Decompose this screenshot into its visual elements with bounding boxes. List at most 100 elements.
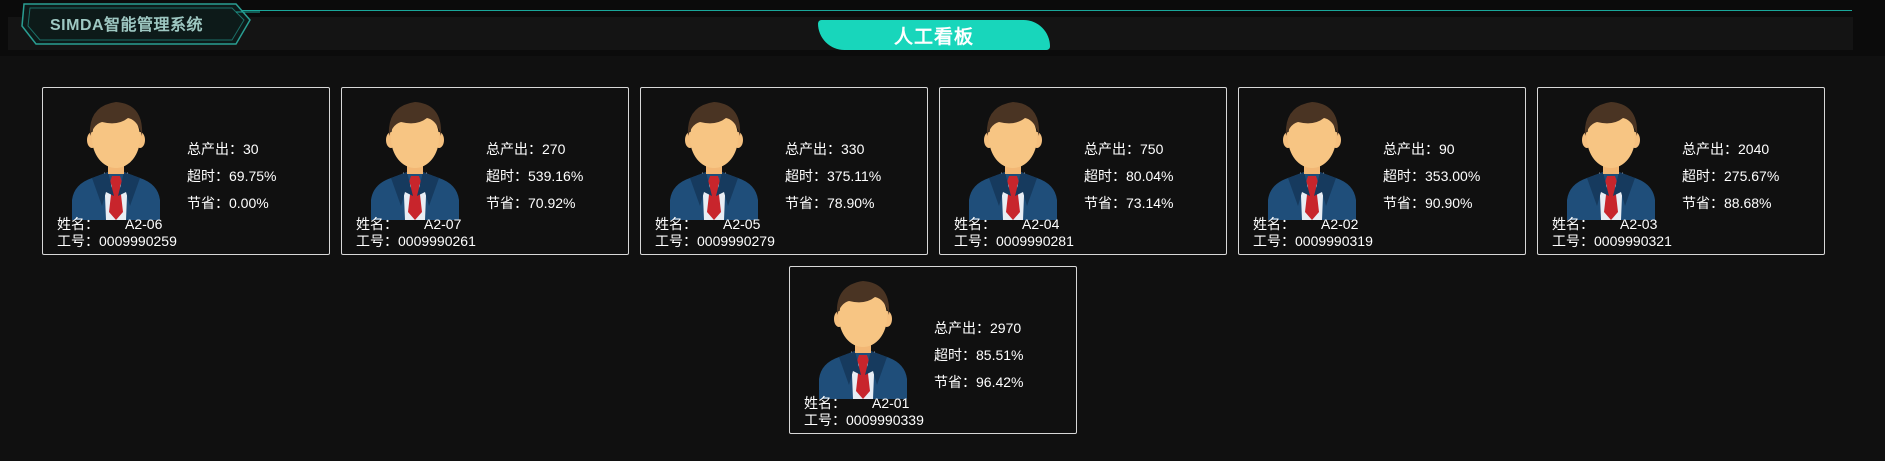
overtime-value: 85.51% bbox=[976, 347, 1024, 363]
worker-stats: 总产出：2040 超时：275.67% 节省：88.68% bbox=[1682, 136, 1779, 217]
output-label: 总产出： bbox=[1383, 141, 1439, 157]
name-value: A2-02 bbox=[1321, 216, 1359, 232]
overtime-row: 超时：80.04% bbox=[1084, 163, 1173, 190]
overtime-value: 539.16% bbox=[528, 168, 584, 184]
output-label: 总产出： bbox=[486, 141, 542, 157]
name-row: 姓名： A2-07 bbox=[356, 216, 476, 233]
dashboard-page: SIMDA智能管理系统 人工看板 总产出：30 超时：69.75% 节省：0.0… bbox=[0, 0, 1885, 461]
job-no-value: 0009990259 bbox=[99, 233, 177, 249]
name-label: 姓名： bbox=[804, 395, 846, 411]
worker-card[interactable]: 总产出：270 超时：539.16% 节省：70.92% 姓名： A2-07 工号… bbox=[341, 87, 629, 255]
name-value: A2-07 bbox=[424, 216, 462, 232]
saving-row: 节省：78.90% bbox=[785, 190, 881, 217]
job-no-value: 0009990281 bbox=[996, 233, 1074, 249]
saving-value: 88.68% bbox=[1724, 195, 1772, 211]
saving-row: 节省：90.90% bbox=[1383, 190, 1480, 217]
male-worker-avatar-icon bbox=[68, 96, 164, 220]
overtime-value: 69.75% bbox=[229, 168, 277, 184]
job-no-value: 0009990279 bbox=[697, 233, 775, 249]
app-logo[interactable]: SIMDA智能管理系统 bbox=[50, 11, 203, 35]
output-value: 90 bbox=[1439, 141, 1455, 157]
worker-identity: 姓名： A2-01 工号：0009990339 bbox=[804, 395, 924, 429]
name-row: 姓名： A2-05 bbox=[655, 216, 775, 233]
job-no-row: 工号：0009990281 bbox=[954, 233, 1074, 250]
output-label: 总产出： bbox=[187, 141, 243, 157]
output-row: 总产出：2040 bbox=[1682, 136, 1779, 163]
output-label: 总产出： bbox=[1682, 141, 1738, 157]
saving-row: 节省：70.92% bbox=[486, 190, 583, 217]
overtime-label: 超时： bbox=[1084, 168, 1126, 184]
worker-card[interactable]: 总产出：30 超时：69.75% 节省：0.00% 姓名： A2-06 工号：00… bbox=[42, 87, 330, 255]
job-no-label: 工号： bbox=[57, 233, 99, 249]
worker-card[interactable]: 总产出：2040 超时：275.67% 节省：88.68% 姓名： A2-03 工… bbox=[1537, 87, 1825, 255]
job-no-value: 0009990319 bbox=[1295, 233, 1373, 249]
overtime-value: 80.04% bbox=[1126, 168, 1174, 184]
job-no-row: 工号：0009990261 bbox=[356, 233, 476, 250]
job-no-value: 0009990261 bbox=[398, 233, 476, 249]
job-no-row: 工号：0009990321 bbox=[1552, 233, 1672, 250]
worker-stats: 总产出：2970 超时：85.51% 节省：96.42% bbox=[934, 315, 1023, 396]
job-no-label: 工号： bbox=[804, 412, 846, 428]
output-value: 30 bbox=[243, 141, 259, 157]
job-no-row: 工号：0009990319 bbox=[1253, 233, 1373, 250]
name-value: A2-05 bbox=[723, 216, 761, 232]
saving-value: 78.90% bbox=[827, 195, 875, 211]
saving-label: 节省： bbox=[934, 374, 976, 390]
tab-label: 人工看板 bbox=[893, 26, 974, 48]
saving-row: 节省：73.14% bbox=[1084, 190, 1173, 217]
worker-stats: 总产出：270 超时：539.16% 节省：70.92% bbox=[486, 136, 583, 217]
name-row: 姓名： A2-02 bbox=[1253, 216, 1373, 233]
overtime-row: 超时：539.16% bbox=[486, 163, 583, 190]
male-worker-avatar-icon bbox=[965, 96, 1061, 220]
output-value: 2970 bbox=[990, 320, 1022, 336]
saving-label: 节省： bbox=[1084, 195, 1126, 211]
job-no-row: 工号：0009990279 bbox=[655, 233, 775, 250]
output-row: 总产出：30 bbox=[187, 136, 276, 163]
male-worker-avatar-icon bbox=[666, 96, 762, 220]
job-no-value: 0009990321 bbox=[1594, 233, 1672, 249]
worker-card[interactable]: 总产出：90 超时：353.00% 节省：90.90% 姓名： A2-02 工号：… bbox=[1238, 87, 1526, 255]
worker-stats: 总产出：750 超时：80.04% 节省：73.14% bbox=[1084, 136, 1173, 217]
overtime-label: 超时： bbox=[1383, 168, 1425, 184]
saving-label: 节省： bbox=[785, 195, 827, 211]
worker-identity: 姓名： A2-07 工号：0009990261 bbox=[356, 216, 476, 250]
saving-row: 节省：96.42% bbox=[934, 369, 1023, 396]
worker-stats: 总产出：30 超时：69.75% 节省：0.00% bbox=[187, 136, 276, 217]
worker-card[interactable]: 总产出：2970 超时：85.51% 节省：96.42% 姓名： A2-01 工号… bbox=[789, 266, 1077, 434]
overtime-value: 375.11% bbox=[827, 168, 882, 184]
saving-value: 96.42% bbox=[976, 374, 1024, 390]
male-worker-avatar-icon bbox=[1563, 96, 1659, 220]
name-value: A2-03 bbox=[1620, 216, 1658, 232]
overtime-row: 超时：85.51% bbox=[934, 342, 1023, 369]
job-no-row: 工号：0009990339 bbox=[804, 412, 924, 429]
worker-identity: 姓名： A2-06 工号：0009990259 bbox=[57, 216, 177, 250]
output-row: 总产出：2970 bbox=[934, 315, 1023, 342]
name-value: A2-04 bbox=[1022, 216, 1060, 232]
worker-stats: 总产出：90 超时：353.00% 节省：90.90% bbox=[1383, 136, 1480, 217]
job-no-label: 工号： bbox=[655, 233, 697, 249]
job-no-value: 0009990339 bbox=[846, 412, 924, 428]
output-value: 2040 bbox=[1738, 141, 1770, 157]
name-label: 姓名： bbox=[356, 216, 398, 232]
saving-row: 节省：0.00% bbox=[187, 190, 276, 217]
tab-manual-board[interactable]: 人工看板 bbox=[818, 20, 1050, 50]
overtime-label: 超时： bbox=[187, 168, 229, 184]
overtime-value: 353.00% bbox=[1425, 168, 1481, 184]
saving-row: 节省：88.68% bbox=[1682, 190, 1779, 217]
name-label: 姓名： bbox=[57, 216, 99, 232]
worker-card[interactable]: 总产出：750 超时：80.04% 节省：73.14% 姓名： A2-04 工号：… bbox=[939, 87, 1227, 255]
worker-card[interactable]: 总产出：330 超时：375.11% 节省：78.90% 姓名： A2-05 工号… bbox=[640, 87, 928, 255]
overtime-row: 超时：69.75% bbox=[187, 163, 276, 190]
overtime-value: 275.67% bbox=[1724, 168, 1780, 184]
saving-label: 节省： bbox=[1682, 195, 1724, 211]
output-label: 总产出： bbox=[785, 141, 841, 157]
name-row: 姓名： A2-04 bbox=[954, 216, 1074, 233]
header-bar: SIMDA智能管理系统 人工看板 bbox=[0, 0, 1885, 56]
saving-value: 73.14% bbox=[1126, 195, 1174, 211]
output-label: 总产出： bbox=[934, 320, 990, 336]
saving-value: 90.90% bbox=[1425, 195, 1473, 211]
name-label: 姓名： bbox=[954, 216, 996, 232]
saving-value: 0.00% bbox=[229, 195, 269, 211]
name-value: A2-01 bbox=[872, 395, 910, 411]
output-value: 750 bbox=[1140, 141, 1164, 157]
